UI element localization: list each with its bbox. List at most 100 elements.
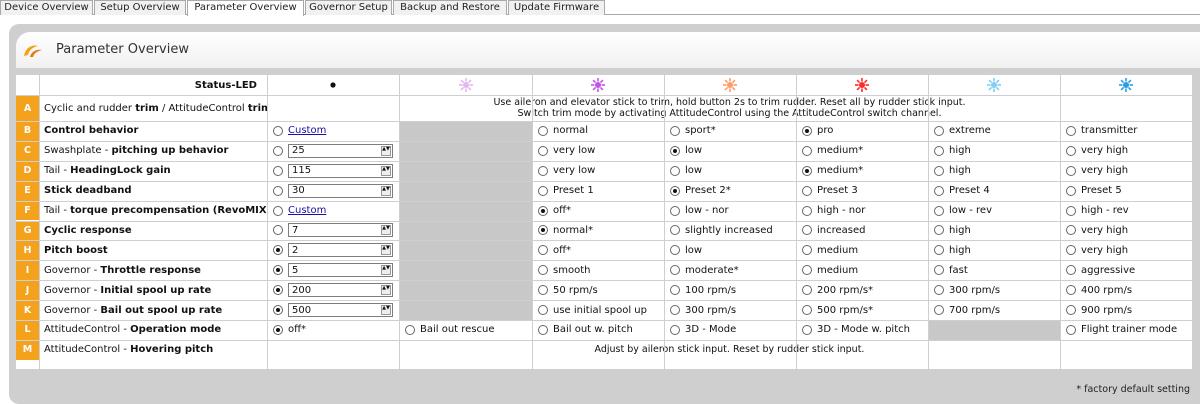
- tab-parameter-overview[interactable]: Parameter Overview: [187, 0, 304, 16]
- radio-button[interactable]: [670, 305, 680, 316]
- custom-option-cell[interactable]: Custom: [267, 121, 399, 141]
- custom-option-cell[interactable]: 7 ▲▼: [267, 221, 399, 241]
- option-cell[interactable]: aggressive: [1060, 260, 1192, 280]
- option-cell[interactable]: high - nor: [796, 201, 928, 221]
- radio-button[interactable]: [802, 185, 812, 196]
- radio-button[interactable]: [670, 285, 680, 296]
- radio-button[interactable]: [802, 305, 812, 316]
- radio-button[interactable]: [1066, 265, 1076, 276]
- option-cell[interactable]: medium*: [796, 141, 928, 161]
- tab-update-firmware[interactable]: Update Firmware: [508, 0, 605, 15]
- radio-button[interactable]: [802, 285, 812, 296]
- option-cell[interactable]: increased: [796, 221, 928, 241]
- option-cell[interactable]: 500 rpm/s*: [796, 300, 928, 320]
- option-cell[interactable]: Bail out rescue: [399, 320, 532, 340]
- radio-button[interactable]: [538, 324, 548, 335]
- tab-setup-overview[interactable]: Setup Overview: [94, 0, 186, 15]
- option-cell[interactable]: 100 rpm/s: [664, 280, 796, 300]
- radio-button[interactable]: [1066, 185, 1076, 196]
- option-cell[interactable]: Preset 2*: [664, 181, 796, 201]
- spinner-arrows-icon[interactable]: ▲▼: [381, 185, 391, 196]
- radio-button[interactable]: [538, 165, 548, 176]
- radio-button[interactable]: [1066, 225, 1076, 236]
- option-cell[interactable]: use initial spool up: [532, 300, 664, 320]
- custom-option-cell[interactable]: 25 ▲▼: [267, 141, 399, 161]
- option-cell[interactable]: 50 rpm/s: [532, 280, 664, 300]
- custom-value-spinner[interactable]: 115 ▲▼: [288, 163, 393, 178]
- radio-button[interactable]: [405, 324, 415, 335]
- radio-button[interactable]: [538, 145, 548, 156]
- radio-button[interactable]: [538, 225, 548, 236]
- option-cell[interactable]: very low: [532, 141, 664, 161]
- radio-button[interactable]: [670, 145, 680, 156]
- option-cell[interactable]: 200 rpm/s*: [796, 280, 928, 300]
- custom-option-cell[interactable]: 115 ▲▼: [267, 161, 399, 181]
- option-cell[interactable]: normal: [532, 121, 664, 141]
- radio-button[interactable]: [934, 265, 944, 276]
- radio-button[interactable]: [670, 265, 680, 276]
- spinner-arrows-icon[interactable]: ▲▼: [381, 145, 391, 156]
- radio-button[interactable]: [802, 324, 812, 335]
- radio-button[interactable]: [273, 185, 283, 196]
- option-cell[interactable]: low: [664, 141, 796, 161]
- radio-button[interactable]: [273, 245, 283, 256]
- spinner-value[interactable]: 25: [289, 145, 305, 156]
- option-cell[interactable]: high - rev: [1060, 201, 1192, 221]
- radio-button[interactable]: [802, 165, 812, 176]
- custom-link[interactable]: Custom: [288, 205, 326, 216]
- radio-button[interactable]: [802, 145, 812, 156]
- spinner-arrows-icon[interactable]: ▲▼: [381, 285, 391, 296]
- radio-button[interactable]: [670, 185, 680, 196]
- radio-button[interactable]: [273, 305, 283, 316]
- option-cell[interactable]: 3D - Mode w. pitch: [796, 320, 928, 340]
- radio-button[interactable]: [802, 245, 812, 256]
- option-cell[interactable]: low - nor: [664, 201, 796, 221]
- radio-button[interactable]: [1066, 205, 1076, 216]
- radio-button[interactable]: [934, 205, 944, 216]
- radio-button[interactable]: [934, 145, 944, 156]
- option-cell[interactable]: 400 rpm/s: [1060, 280, 1192, 300]
- custom-option-cell[interactable]: 200 ▲▼: [267, 280, 399, 300]
- radio-button[interactable]: [802, 265, 812, 276]
- option-cell[interactable]: Flight trainer mode: [1060, 320, 1192, 340]
- radio-button[interactable]: [670, 324, 680, 335]
- option-cell[interactable]: normal*: [532, 221, 664, 241]
- custom-option-cell[interactable]: Custom: [267, 201, 399, 221]
- option-cell[interactable]: smooth: [532, 260, 664, 280]
- radio-button[interactable]: [538, 205, 548, 216]
- option-cell[interactable]: high: [928, 141, 1060, 161]
- option-cell[interactable]: medium: [796, 240, 928, 260]
- radio-button[interactable]: [538, 185, 548, 196]
- spinner-arrows-icon[interactable]: ▲▼: [381, 305, 391, 316]
- custom-option-cell[interactable]: 30 ▲▼: [267, 181, 399, 201]
- option-cell[interactable]: low: [664, 240, 796, 260]
- radio-button[interactable]: [1066, 324, 1076, 335]
- spinner-value[interactable]: 200: [289, 285, 311, 296]
- radio-button[interactable]: [802, 125, 812, 136]
- radio-button[interactable]: [670, 205, 680, 216]
- custom-value-spinner[interactable]: 200 ▲▼: [288, 283, 393, 298]
- radio-button[interactable]: [273, 265, 283, 276]
- custom-value-spinner[interactable]: 25 ▲▼: [288, 143, 393, 158]
- radio-button[interactable]: [670, 125, 680, 136]
- option-cell[interactable]: off*: [532, 240, 664, 260]
- option-cell[interactable]: transmitter: [1060, 121, 1192, 141]
- custom-option-cell[interactable]: 5 ▲▼: [267, 260, 399, 280]
- custom-value-spinner[interactable]: 500 ▲▼: [288, 303, 393, 318]
- radio-button[interactable]: [934, 305, 944, 316]
- radio-button[interactable]: [670, 225, 680, 236]
- tab-backup-and-restore[interactable]: Backup and Restore: [393, 0, 507, 15]
- option-cell[interactable]: low - rev: [928, 201, 1060, 221]
- option-cell[interactable]: very high: [1060, 141, 1192, 161]
- spinner-value[interactable]: 500: [289, 305, 311, 316]
- option-cell[interactable]: 300 rpm/s: [928, 280, 1060, 300]
- custom-option-cell[interactable]: 2 ▲▼: [267, 240, 399, 260]
- radio-button[interactable]: [273, 225, 283, 236]
- option-cell[interactable]: off*: [532, 201, 664, 221]
- radio-button[interactable]: [273, 165, 283, 176]
- option-cell[interactable]: medium*: [796, 161, 928, 181]
- option-cell[interactable]: fast: [928, 260, 1060, 280]
- option-cell[interactable]: very high: [1060, 240, 1192, 260]
- radio-button[interactable]: [934, 285, 944, 296]
- radio-button[interactable]: [538, 285, 548, 296]
